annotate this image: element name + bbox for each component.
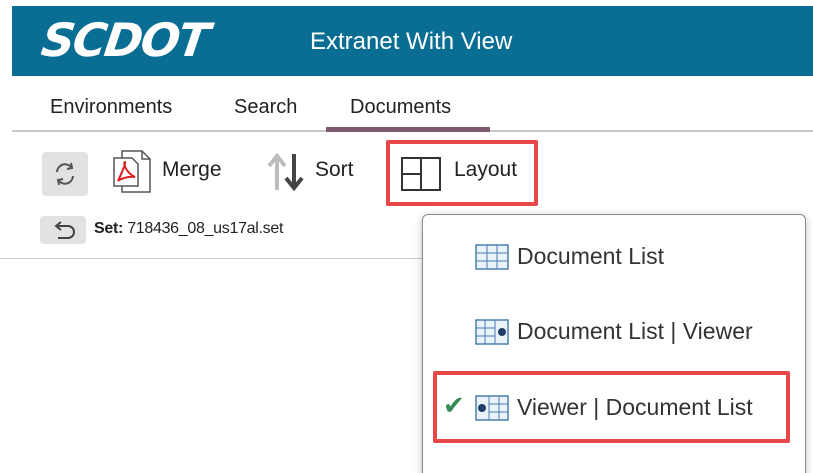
merge-button[interactable]: Merge xyxy=(162,158,222,182)
layout-option-document-list[interactable]: Document List xyxy=(423,231,805,281)
app-title: Extranet With View xyxy=(310,28,513,55)
tab-search[interactable]: Search xyxy=(234,96,297,119)
set-filename: 718436_08_us17al.set xyxy=(127,220,284,237)
layout-button[interactable]: Layout xyxy=(386,140,538,206)
sort-icon[interactable] xyxy=(264,150,310,194)
layout-label: Layout xyxy=(454,158,518,181)
content-divider xyxy=(0,258,425,259)
layout-option-label: Document List xyxy=(517,243,665,269)
tab-documents[interactable]: Documents xyxy=(350,96,451,119)
layout-menu: Document List Document List | Viewer ✔ V… xyxy=(422,214,806,473)
selected-option-highlight xyxy=(433,371,790,443)
scdot-logo[interactable]: SCDOT xyxy=(38,13,211,67)
toolbar: Merge Sort Layout xyxy=(0,140,813,210)
tab-environments[interactable]: Environments xyxy=(50,96,172,119)
layout-option-document-list-viewer[interactable]: Document List | Viewer xyxy=(423,306,805,356)
grid-viewer-icon xyxy=(475,319,509,345)
set-label: Set: xyxy=(94,220,124,237)
set-info: Set: 718436_08_us17al.set xyxy=(94,220,283,238)
back-button[interactable] xyxy=(40,216,86,244)
back-arrow-icon xyxy=(54,221,75,239)
layout-option-label: Document List | Viewer xyxy=(517,318,753,344)
sort-button[interactable]: Sort xyxy=(315,158,354,182)
layout-icon xyxy=(401,157,441,191)
app-header: SCDOT Extranet With View xyxy=(12,6,813,76)
grid-icon xyxy=(475,244,509,270)
refresh-icon xyxy=(56,162,74,186)
active-tab-indicator xyxy=(326,127,490,132)
refresh-button[interactable] xyxy=(42,152,88,196)
main-nav: Environments Search Documents xyxy=(12,78,813,132)
pdf-icon[interactable] xyxy=(108,148,154,196)
